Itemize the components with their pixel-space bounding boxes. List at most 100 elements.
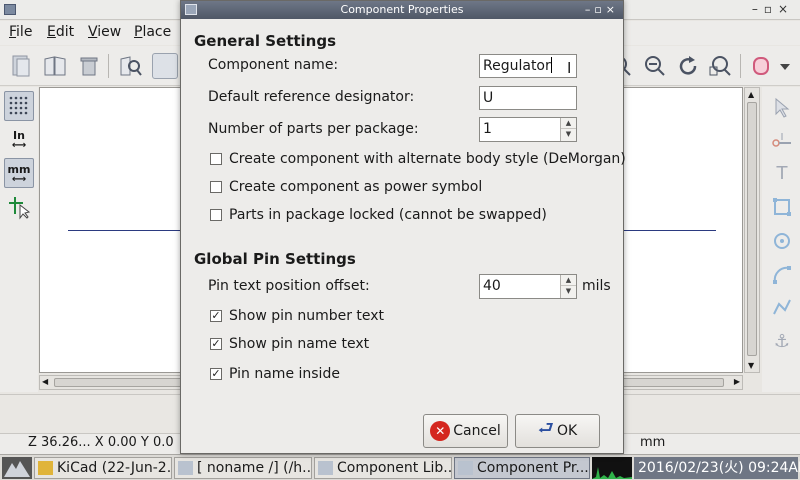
taskbar-clock[interactable]: 2016/02/23(火) 09:24AM [634, 457, 800, 479]
cancel-button[interactable]: ✕ Cancel [423, 414, 508, 448]
vertical-scrollbar-thumb[interactable] [747, 102, 757, 356]
window-menu-icon[interactable] [185, 4, 197, 15]
parts-per-package-spinner[interactable]: 1 ▲ ▼ [479, 117, 577, 142]
power-symbol-label: Create component as power symbol [229, 179, 483, 195]
ref-designator-label: Default reference designator: [208, 89, 415, 105]
kicad-app-icon [38, 461, 53, 475]
show-pin-name-checkbox-row[interactable]: ✓ Show pin name text [210, 335, 369, 353]
task-kicad[interactable]: KiCad (22-Jun-2... [34, 457, 172, 479]
cursor-shape-icon[interactable] [4, 192, 34, 222]
taskbar: KiCad (22-Jun-2... [ noname /] (/h... Co… [0, 454, 800, 480]
alternate-body-style-label: Create component with alternate body sty… [229, 151, 626, 167]
dropdown-arrow-icon[interactable] [776, 53, 794, 79]
ref-designator-input[interactable]: U [479, 86, 577, 110]
alternate-body-style-checkbox[interactable] [210, 153, 222, 165]
ibeam-cursor-icon: I [567, 59, 572, 77]
select-component-icon[interactable] [152, 53, 178, 79]
parts-per-package-label: Number of parts per package: [208, 121, 419, 137]
task-label: KiCad (22-Jun-2... [57, 460, 172, 476]
window-controls[interactable]: –▫× [585, 1, 619, 19]
start-menu-icon[interactable] [2, 457, 32, 479]
pin-offset-spinner[interactable]: 40 ▲ ▼ [479, 274, 577, 299]
spin-down-icon[interactable]: ▼ [561, 286, 576, 297]
toolbar-separator [740, 54, 741, 78]
show-pin-number-checkbox-row[interactable]: ✓ Show pin number text [210, 307, 384, 325]
new-library-icon[interactable] [8, 53, 34, 79]
dialog-titlebar[interactable]: Component Properties –▫× [181, 1, 623, 19]
spin-down-icon[interactable]: ▼ [561, 129, 576, 140]
task-label: Component Pr... [477, 460, 589, 476]
task-component-properties[interactable]: Component Pr... [454, 457, 590, 479]
add-rectangle-icon[interactable] [770, 195, 794, 219]
spin-up-icon[interactable]: ▲ [561, 118, 576, 129]
parts-locked-checkbox[interactable] [210, 209, 222, 221]
redraw-icon[interactable] [675, 53, 701, 79]
menu-edit[interactable]: Edit [47, 24, 74, 40]
component-name-label: Component name: [208, 57, 339, 73]
scroll-up-icon[interactable]: ▲ [748, 90, 754, 99]
task-component-library[interactable]: Component Lib... [314, 457, 452, 479]
add-text-icon[interactable]: T [770, 161, 794, 185]
show-pin-number-label: Show pin number text [229, 308, 385, 324]
global-pin-settings-heading: Global Pin Settings [194, 250, 356, 268]
left-toolbar: In ⟷ mm ⟷ [0, 87, 38, 392]
add-circle-icon[interactable] [770, 229, 794, 253]
add-pin-icon[interactable] [770, 127, 794, 151]
scroll-down-icon[interactable]: ▼ [748, 361, 754, 370]
show-pin-name-checkbox[interactable]: ✓ [210, 338, 222, 350]
alternate-body-style-checkbox-row[interactable]: Create component with alternate body sty… [210, 150, 626, 168]
add-arc-icon[interactable] [770, 263, 794, 287]
delete-icon[interactable] [76, 53, 102, 79]
show-pin-number-checkbox[interactable]: ✓ [210, 310, 222, 322]
double-arrow-icon: ⟷ [11, 173, 27, 185]
component-name-value: Regulator [483, 58, 551, 74]
scroll-left-icon[interactable]: ◀ [42, 377, 48, 386]
pin-name-inside-label: Pin name inside [229, 366, 340, 382]
open-library-icon[interactable] [42, 53, 68, 79]
status-coordinates: Z 36.26... X 0.00 Y 0.0 [28, 435, 174, 450]
window-menu-icon[interactable] [4, 4, 16, 15]
pin-offset-label: Pin text position offset: [208, 278, 370, 294]
pin-offset-unit: mils [582, 278, 611, 294]
units-inch-button[interactable]: In ⟷ [4, 124, 34, 154]
general-settings-heading: General Settings [194, 32, 337, 50]
status-units: mm [640, 435, 666, 450]
power-symbol-checkbox[interactable] [210, 181, 222, 193]
menu-file-rest: ile [16, 24, 33, 40]
power-symbol-checkbox-row[interactable]: Create component as power symbol [210, 178, 482, 196]
toolbar-separator [108, 54, 109, 78]
parts-locked-checkbox-row[interactable]: Parts in package locked (cannot be swapp… [210, 206, 547, 224]
text-caret [550, 57, 552, 73]
component-body-style-icon[interactable] [748, 53, 774, 79]
scroll-right-icon[interactable]: ▶ [734, 377, 740, 386]
zoom-fit-icon[interactable] [708, 53, 734, 79]
menu-view[interactable]: View [88, 24, 121, 40]
menu-place[interactable]: Place [134, 24, 171, 40]
zoom-out-icon[interactable] [642, 53, 668, 79]
task-schematic[interactable]: [ noname /] (/h... [174, 457, 312, 479]
select-arrow-icon[interactable] [770, 95, 794, 119]
add-polyline-icon[interactable] [770, 295, 794, 319]
spinner-arrows[interactable]: ▲ ▼ [560, 275, 576, 298]
units-mm-button[interactable]: mm ⟷ [4, 158, 34, 188]
set-anchor-icon[interactable]: ⚓ [770, 329, 794, 353]
pin-offset-value: 40 [483, 278, 501, 294]
component-name-input[interactable]: Regulator [479, 54, 577, 78]
menu-file[interactable]: File [9, 24, 32, 40]
spinner-arrows[interactable]: ▲ ▼ [560, 118, 576, 141]
cpu-monitor-graph [592, 457, 632, 479]
pin-name-inside-checkbox-row[interactable]: ✓ Pin name inside [210, 365, 340, 383]
ok-button[interactable]: ⮐ OK [515, 414, 600, 448]
ok-button-label: OK [557, 423, 578, 439]
show-pin-name-label: Show pin name text [229, 336, 370, 352]
grid-toggle-icon[interactable] [4, 91, 34, 121]
vertical-scrollbar[interactable]: ▲ ▼ [744, 87, 760, 373]
pin-name-inside-checkbox[interactable]: ✓ [210, 368, 222, 380]
window-controls[interactable]: –▫× [752, 2, 794, 16]
libedit-app-icon [458, 461, 473, 475]
right-toolbar: T ⚓ [762, 87, 800, 392]
parts-per-package-value: 1 [483, 121, 492, 137]
spin-up-icon[interactable]: ▲ [561, 275, 576, 286]
library-browser-icon[interactable] [118, 53, 144, 79]
component-properties-dialog: Component Properties –▫× General Setting… [180, 0, 626, 454]
